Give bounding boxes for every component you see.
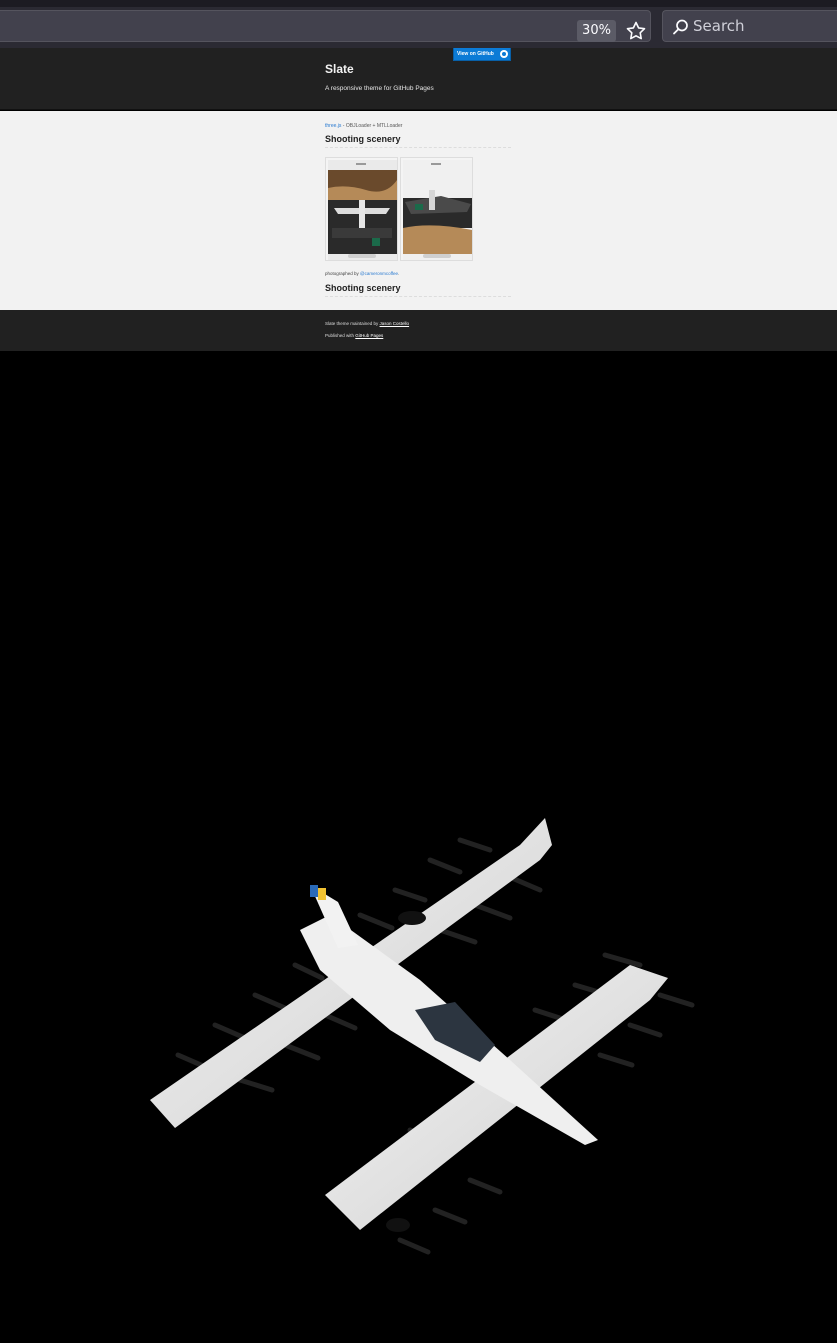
page-header: View on GitHub Slate A responsive theme … (0, 48, 837, 110)
section-heading: Shooting scenery (325, 134, 511, 148)
photo-credit: photographed by @cameronmcoffee. (325, 271, 399, 276)
footer-published: Published with GitHub Pages (325, 333, 383, 338)
section-heading: Shooting scenery (325, 283, 511, 297)
maintainer-link[interactable]: Jason Costello (380, 321, 410, 326)
site-tagline: A responsive theme for GitHub Pages (325, 85, 434, 92)
breadcrumb: three.js - OBJLoader + MTLLoader (325, 123, 402, 129)
search-icon (672, 18, 690, 36)
browser-toolbar: 30% (0, 0, 837, 48)
footer-maintainer-text: Slate theme maintained by (325, 321, 380, 326)
scenery-photo-1 (325, 157, 398, 261)
view-on-github-button[interactable]: View on GitHub (453, 48, 511, 61)
credit-suffix: . (398, 271, 400, 276)
threejs-link[interactable]: three.js (325, 123, 341, 129)
photographer-link[interactable]: @cameronmcoffee (360, 271, 398, 276)
url-bar[interactable]: 30% (0, 10, 651, 42)
search-bar[interactable] (662, 10, 837, 42)
breadcrumb-text: - OBJLoader + MTLLoader (341, 123, 403, 129)
search-input[interactable] (693, 11, 833, 41)
github-pages-link[interactable]: GitHub Pages (355, 333, 383, 338)
aircraft-model (150, 818, 695, 1255)
site-title: Slate (325, 62, 354, 76)
github-button-label: View on GitHub (457, 51, 494, 57)
3d-viewer-canvas[interactable] (0, 351, 837, 1343)
star-icon[interactable] (624, 19, 648, 43)
page-footer: Slate theme maintained by Jason Costello… (0, 310, 837, 351)
footer-published-text: Published with (325, 333, 356, 338)
github-icon (500, 50, 508, 58)
zoom-level-badge[interactable]: 30% (577, 20, 616, 42)
scenery-photo-2 (400, 157, 473, 261)
main-content: three.js - OBJLoader + MTLLoader Shootin… (0, 111, 837, 310)
footer-maintainer: Slate theme maintained by Jason Costello (325, 321, 409, 326)
credit-prefix: photographed by (325, 271, 361, 276)
